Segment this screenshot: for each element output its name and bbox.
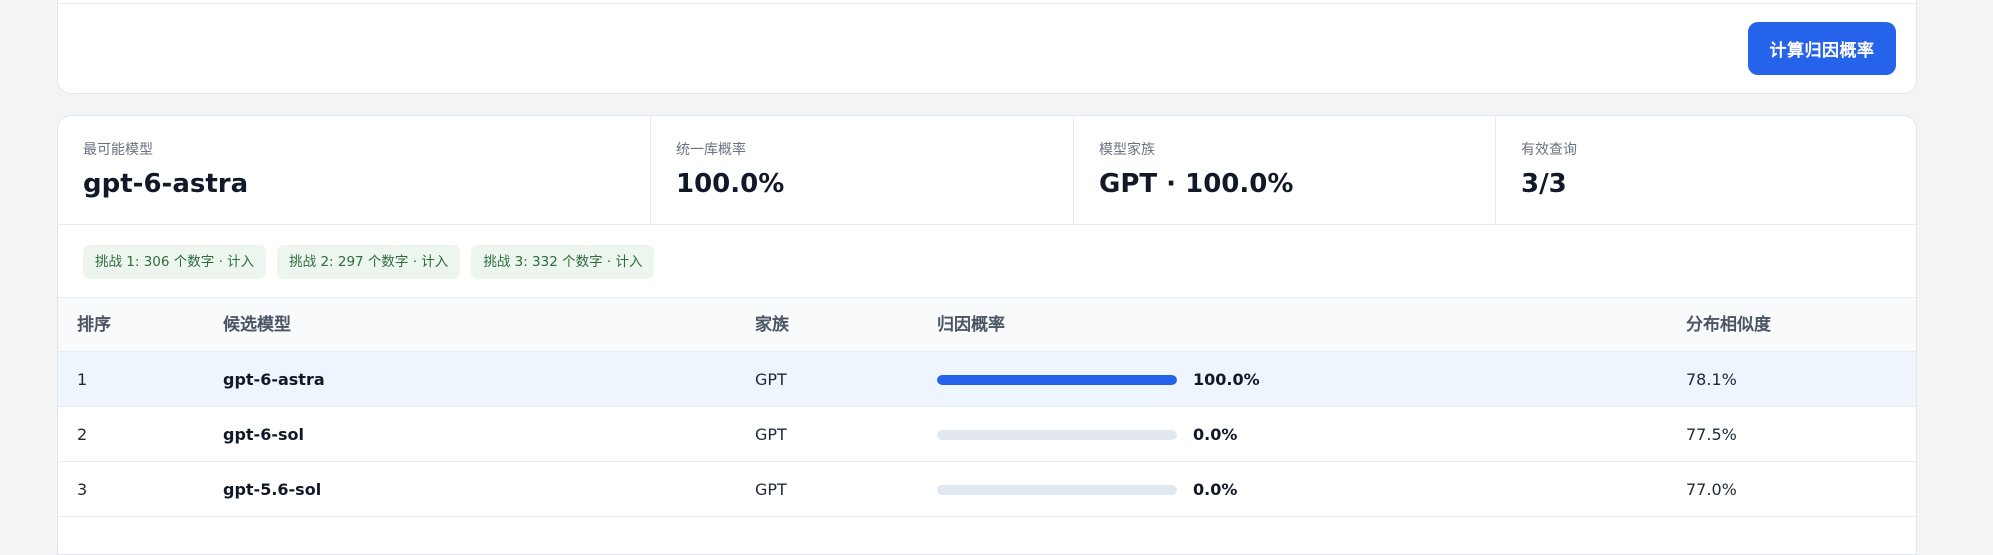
summary-stats: 最可能模型 gpt-6-astra 统一库概率 100.0% 模型家族 GPT … <box>58 116 1916 225</box>
cell-similarity: 77.0% <box>1686 480 1737 499</box>
stat-value: 3/3 <box>1521 169 1567 199</box>
header-similarity: 分布相似度 <box>1686 315 1771 335</box>
header-model: 候选模型 <box>223 315 291 335</box>
cell-rank: 3 <box>77 480 88 499</box>
challenge-chips: 挑战 1: 306 个数字 · 计入 挑战 2: 297 个数字 · 计入 挑战… <box>83 245 655 279</box>
candidate-table: 排序 候选模型 家族 归因概率 分布相似度 1 gpt-6-astra GPT … <box>58 297 1916 517</box>
stat-label: 有效查询 <box>1521 142 1577 158</box>
cell-rank: 1 <box>77 370 88 389</box>
stat-top-model: 最可能模型 gpt-6-astra <box>58 116 651 225</box>
header-rank: 排序 <box>77 315 111 335</box>
section-divider <box>58 3 1916 4</box>
stat-label: 最可能模型 <box>83 142 153 158</box>
stat-valid-queries: 有效查询 3/3 <box>1496 116 1916 225</box>
cell-model: gpt-6-sol <box>223 425 304 444</box>
stat-value: GPT · 100.0% <box>1099 169 1294 199</box>
probability-bar <box>937 375 1177 385</box>
stat-label: 统一库概率 <box>676 142 746 158</box>
cell-family: GPT <box>755 425 787 444</box>
challenge-chip: 挑战 1: 306 个数字 · 计入 <box>83 245 267 279</box>
cell-probability: 0.0% <box>1193 480 1238 499</box>
probability-bar <box>937 485 1177 495</box>
table-row[interactable]: 3 gpt-5.6-sol GPT 0.0% 77.0% <box>58 462 1916 517</box>
header-probability: 归因概率 <box>937 315 1005 335</box>
header-family: 家族 <box>755 315 789 335</box>
cell-family: GPT <box>755 370 787 389</box>
stat-value: gpt-6-astra <box>83 169 249 199</box>
challenge-chip: 挑战 3: 332 个数字 · 计入 <box>471 245 655 279</box>
challenge-chip: 挑战 2: 297 个数字 · 计入 <box>277 245 461 279</box>
cell-probability: 0.0% <box>1193 425 1238 444</box>
table-header: 排序 候选模型 家族 归因概率 分布相似度 <box>58 297 1916 352</box>
cell-model: gpt-6-astra <box>223 370 325 389</box>
compute-attribution-button[interactable]: 计算归因概率 <box>1748 22 1896 75</box>
cell-model: gpt-5.6-sol <box>223 480 322 499</box>
cell-probability: 100.0% <box>1193 370 1260 389</box>
cell-family: GPT <box>755 480 787 499</box>
stat-model-family: 模型家族 GPT · 100.0% <box>1074 116 1496 225</box>
cell-rank: 2 <box>77 425 88 444</box>
cell-similarity: 77.5% <box>1686 425 1737 444</box>
table-row[interactable]: 1 gpt-6-astra GPT 100.0% 78.1% <box>58 352 1916 407</box>
probability-bar <box>937 430 1177 440</box>
results-card: 最可能模型 gpt-6-astra 统一库概率 100.0% 模型家族 GPT … <box>57 115 1917 555</box>
table-row[interactable]: 2 gpt-6-sol GPT 0.0% 77.5% <box>58 407 1916 462</box>
stat-label: 模型家族 <box>1099 142 1155 158</box>
stat-library-probability: 统一库概率 100.0% <box>651 116 1074 225</box>
controls-card: 计算归因概率 <box>57 0 1917 94</box>
stat-value: 100.0% <box>676 169 785 199</box>
cell-similarity: 78.1% <box>1686 370 1737 389</box>
probability-bar-fill <box>937 375 1177 385</box>
